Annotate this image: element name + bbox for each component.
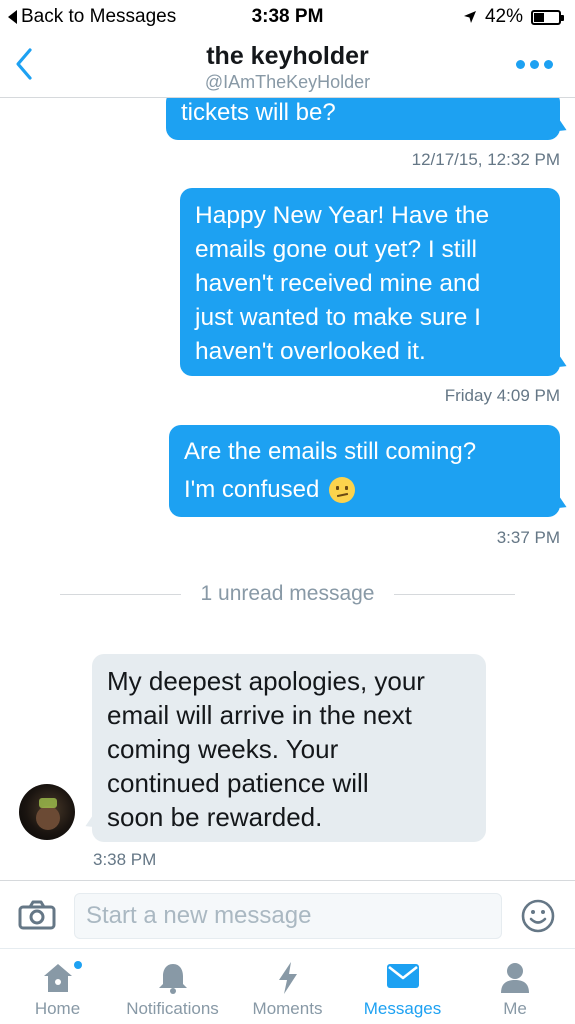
message-line: Are the emails still coming?	[184, 438, 477, 465]
tab-label: Me	[503, 999, 527, 1018]
message-line: haven't received mine and	[195, 270, 481, 297]
tab-moments[interactable]: Moments	[245, 949, 330, 1024]
tab-label: Notifications	[126, 999, 219, 1018]
message-line: haven't overlooked it.	[195, 338, 426, 365]
message-bubble-outgoing[interactable]: tickets will be?	[166, 98, 560, 140]
back-to-messages-label: Back to Messages	[21, 6, 177, 27]
conversation-title[interactable]: the keyholder	[0, 42, 575, 71]
location-arrow-icon	[463, 11, 476, 23]
message-line: Happy New Year! Have the	[195, 202, 490, 229]
message-input[interactable]	[74, 893, 502, 939]
unread-divider: 1 unread message	[60, 582, 516, 606]
chevron-left-icon[interactable]	[10, 46, 40, 82]
tab-home[interactable]: Home	[20, 949, 95, 1024]
message-line: I'm confused	[184, 476, 320, 503]
battery-icon	[531, 9, 564, 25]
confused-emoji-icon	[329, 477, 356, 503]
message-line: continued patience will	[107, 768, 369, 798]
tab-me[interactable]: Me	[485, 949, 545, 1024]
back-triangle-icon	[8, 10, 17, 24]
home-icon	[43, 964, 72, 992]
avatar[interactable]	[19, 784, 75, 840]
tab-messages[interactable]: Messages	[355, 949, 450, 1024]
unread-divider-label: 1 unread message	[200, 582, 375, 605]
message-line: emails gone out yet? I still	[195, 236, 477, 263]
message-timestamp: 12/17/15, 12:32 PM	[411, 150, 560, 169]
message-line: My deepest apologies, your	[107, 666, 425, 696]
battery-percent: 42%	[484, 6, 523, 27]
tab-notifications[interactable]: Notifications	[115, 949, 230, 1024]
message-timestamp: 3:37 PM	[496, 528, 560, 547]
message-timestamp: 3:38 PM	[93, 850, 157, 869]
tab-label: Home	[34, 999, 81, 1018]
tab-bar: Home Notifications Moments Messages Me	[0, 948, 575, 1024]
smiley-icon[interactable]	[521, 899, 555, 933]
back-to-messages-link[interactable]: Back to Messages	[8, 6, 176, 28]
message-line: just wanted to make sure I	[195, 304, 481, 331]
message-bubble-outgoing[interactable]: Are the emails still coming? I'm confuse…	[169, 425, 560, 517]
message-line: tickets will be?	[181, 99, 336, 126]
battery-level	[534, 12, 545, 22]
conversation-header: the keyholder @IAmTheKeyHolder	[0, 34, 575, 98]
person-icon	[501, 963, 529, 993]
message-composer	[0, 880, 575, 948]
message-line: soon be rewarded.	[107, 802, 323, 832]
message-timestamp: Friday 4:09 PM	[444, 386, 560, 405]
message-line: coming weeks. Your	[107, 734, 339, 764]
bell-icon	[158, 964, 187, 994]
lightning-icon	[278, 962, 297, 994]
message-bubble-outgoing[interactable]: Happy New Year! Have the emails gone out…	[180, 188, 560, 376]
tab-label: Messages	[363, 999, 442, 1018]
tab-label: Moments	[252, 999, 323, 1018]
more-dots-icon[interactable]	[516, 60, 553, 69]
camera-icon[interactable]	[18, 900, 56, 930]
message-line: email will arrive in the next	[107, 700, 412, 730]
status-bar: Back to Messages 3:38 PM 42%	[0, 0, 575, 34]
envelope-icon	[386, 964, 419, 988]
message-bubble-incoming[interactable]: My deepest apologies, your email will ar…	[92, 654, 486, 842]
home-badge-dot	[74, 961, 82, 969]
conversation-handle: @IAmTheKeyHolder	[204, 72, 371, 92]
message-list[interactable]: tickets will be? 12/17/15, 12:32 PM Happ…	[0, 98, 575, 880]
